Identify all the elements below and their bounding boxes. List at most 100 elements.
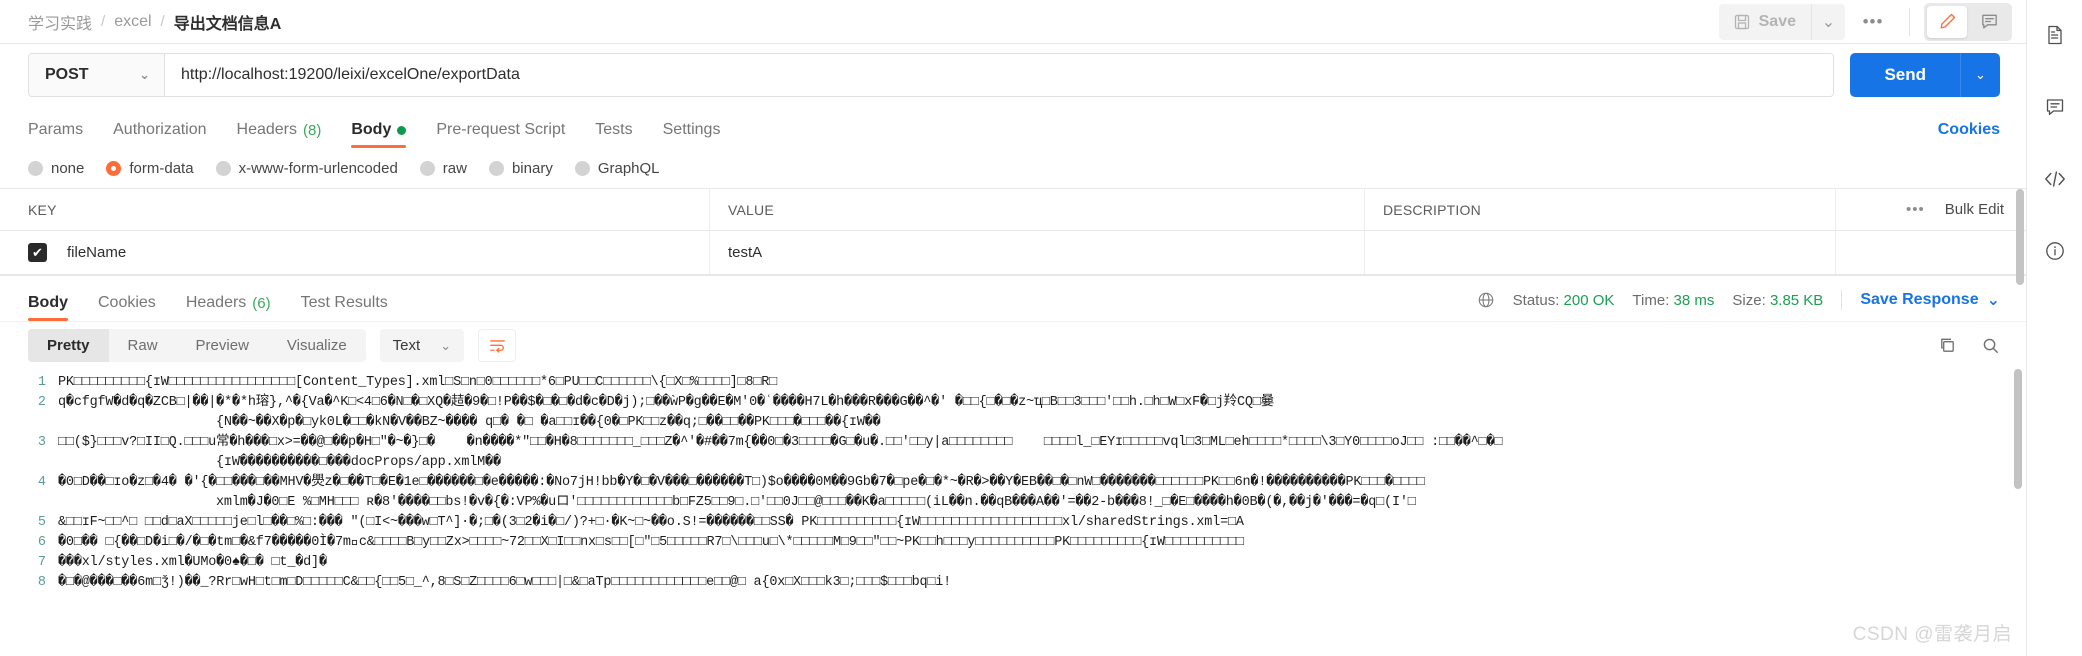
response-header: Body Cookies Headers (6) Test Results St…: [0, 275, 2026, 321]
response-tab-test-results[interactable]: Test Results: [301, 294, 388, 321]
column-header-description: DESCRIPTION: [1365, 189, 1836, 230]
radio-label: form-data: [129, 159, 194, 177]
tab-authorization[interactable]: Authorization: [113, 121, 206, 148]
response-tab-body[interactable]: Body: [28, 294, 68, 321]
tab-body[interactable]: Body: [351, 121, 407, 148]
column-header-key: KEY: [0, 189, 710, 230]
request-tabs: Params Authorization Headers (8) Body Pr…: [0, 106, 2026, 148]
url-bar: POST ⌄: [28, 53, 1835, 97]
time-value: 38 ms: [1673, 291, 1715, 309]
response-body-viewer[interactable]: 1 PK□□□□□□□□□{ɪW□□□□□□□□□□□□□□□□[Content…: [0, 369, 2026, 656]
copy-icon[interactable]: [1938, 336, 1957, 355]
size-badge: Size: 3.85 KB: [1732, 292, 1823, 309]
view-mode-preview[interactable]: Preview: [177, 329, 268, 362]
tab-label: Headers: [185, 294, 247, 311]
response-scrollbar[interactable]: [2014, 369, 2022, 656]
body-type-raw[interactable]: raw: [419, 159, 467, 177]
body-type-none[interactable]: none: [28, 160, 84, 177]
code-line: 7 ���xl/styles.xml�UMo�0♠�□� □t_�d]�: [0, 553, 2026, 573]
response-toolbar: Pretty Raw Preview Visualize Text ⌄: [0, 321, 2026, 369]
url-input[interactable]: [165, 54, 1834, 96]
bulk-edit-button[interactable]: Bulk Edit: [1945, 201, 2004, 218]
http-method-select[interactable]: POST ⌄: [29, 54, 165, 96]
save-response-button[interactable]: Save Response ⌄: [1860, 290, 2000, 310]
line-number: 1: [37, 375, 46, 390]
radio-label: raw: [442, 159, 467, 177]
response-toolbar-actions: [1938, 336, 2000, 355]
tab-label: Tests: [595, 121, 633, 138]
breadcrumb: 学习实践 / excel / 导出文档信息A: [0, 10, 281, 34]
tab-label: Body: [28, 294, 68, 311]
line-content: �0□D��□ɪo�z□�4� �'{�□□���□��MHV�爂z�□��T□…: [58, 475, 1425, 510]
pencil-icon[interactable]: [1927, 5, 1967, 38]
cookies-link[interactable]: Cookies: [1938, 121, 2000, 148]
row-checkbox[interactable]: ✔: [28, 243, 47, 262]
breadcrumb-item-1[interactable]: excel: [114, 13, 151, 31]
view-mode-raw[interactable]: Raw: [109, 329, 177, 362]
code-line: 1 PK□□□□□□□□□{ɪW□□□□□□□□□□□□□□□□[Content…: [0, 373, 2026, 393]
body-type-graphql[interactable]: GraphQL: [574, 160, 660, 177]
status-value: 200 OK: [1563, 291, 1615, 309]
table-header-row: KEY VALUE DESCRIPTION ••• Bulk Edit: [0, 189, 2026, 231]
row-tools: [1836, 231, 2026, 274]
tab-params[interactable]: Params: [28, 121, 83, 148]
table-scrollbar-thumb[interactable]: [2016, 189, 2024, 285]
view-mode-visualize[interactable]: Visualize: [268, 329, 366, 362]
size-label: Size:: [1732, 291, 1766, 309]
table-more-options-button[interactable]: •••: [1906, 201, 1925, 218]
tab-label: Test Results: [300, 294, 388, 311]
response-scrollbar-thumb[interactable]: [2014, 369, 2022, 489]
line-number: 8: [37, 575, 46, 590]
comment-icon[interactable]: [2038, 92, 2072, 122]
main-column: 学习实践 / excel / 导出文档信息A Save ⌄ ••• POST ⌄…: [0, 0, 2026, 656]
line-content: □□($}□□□v?□II□Q.□□□u常�h���□x>=��@□��p�H□…: [58, 435, 1503, 470]
postman-window: 学习实践 / excel / 导出文档信息A Save ⌄ ••• POST ⌄…: [0, 0, 2082, 656]
line-content: �0□�� □{��□D�i□�/�□�tm□�&f7�����0Ì�7m⃥c&…: [58, 535, 1244, 550]
column-header-label: VALUE: [728, 201, 774, 218]
row-key-cell[interactable]: ✔ fileName: [0, 231, 710, 274]
response-format-select[interactable]: Text ⌄: [379, 329, 465, 362]
table-row[interactable]: ✔ fileName testA: [0, 231, 2026, 275]
save-button[interactable]: Save: [1718, 3, 1811, 40]
line-number: 4: [37, 475, 46, 490]
view-mode-pretty[interactable]: Pretty: [28, 329, 109, 362]
column-header-label: KEY: [28, 201, 57, 218]
chevron-down-icon: ⌄: [139, 67, 150, 82]
response-tab-cookies[interactable]: Cookies: [98, 294, 156, 321]
radio-icon: [28, 160, 43, 176]
row-key-text: fileName: [67, 244, 127, 261]
body-type-x-www-form-urlencoded[interactable]: x-www-form-urlencoded: [215, 160, 398, 177]
code-icon[interactable]: [2038, 164, 2072, 194]
document-icon[interactable]: [2038, 20, 2072, 50]
tab-settings[interactable]: Settings: [663, 121, 721, 148]
body-type-form-data[interactable]: form-data: [106, 159, 194, 177]
response-tab-headers[interactable]: Headers (6): [186, 294, 271, 321]
radio-icon: [215, 160, 231, 176]
tab-tests[interactable]: Tests: [595, 121, 632, 148]
line-content: &□□ɪF~□□^□ □□d□aX□□□□□je□l□��□%□:��� "(□…: [58, 515, 1244, 530]
search-icon[interactable]: [1981, 336, 2000, 355]
code-scroll-area[interactable]: 1 PK□□□□□□□□□{ɪW□□□□□□□□□□□□□□□□[Content…: [0, 369, 2026, 656]
more-options-button[interactable]: •••: [1851, 4, 1895, 40]
column-header-label: DESCRIPTION: [1383, 201, 1481, 218]
word-wrap-icon[interactable]: [478, 329, 517, 362]
right-sidebar: [2026, 0, 2082, 656]
body-type-binary[interactable]: binary: [488, 160, 553, 177]
send-dropdown-caret[interactable]: ⌄: [1960, 53, 2000, 97]
comment-icon[interactable]: [1969, 6, 2009, 38]
row-value-cell[interactable]: testA: [710, 231, 1365, 274]
divider: [1841, 290, 1843, 310]
info-icon[interactable]: [2038, 236, 2072, 266]
row-value-text: testA: [728, 244, 763, 261]
row-description-cell[interactable]: [1365, 231, 1836, 274]
line-number: 2: [37, 395, 46, 410]
save-response-label: Save Response: [1860, 291, 1979, 308]
tab-headers[interactable]: Headers (8): [237, 121, 322, 148]
send-button[interactable]: Send: [1850, 53, 1960, 97]
tab-pre-request-script[interactable]: Pre-request Script: [436, 121, 565, 148]
code-line: 5 &□□ɪF~□□^□ □□d□aX□□□□□je□l□��□%□:��� "…: [0, 513, 2026, 533]
breadcrumb-item-0[interactable]: 学习实践: [28, 10, 92, 34]
save-dropdown-caret[interactable]: ⌄: [1811, 3, 1845, 40]
line-number: 5: [37, 515, 46, 530]
breadcrumb-separator: /: [101, 13, 106, 30]
